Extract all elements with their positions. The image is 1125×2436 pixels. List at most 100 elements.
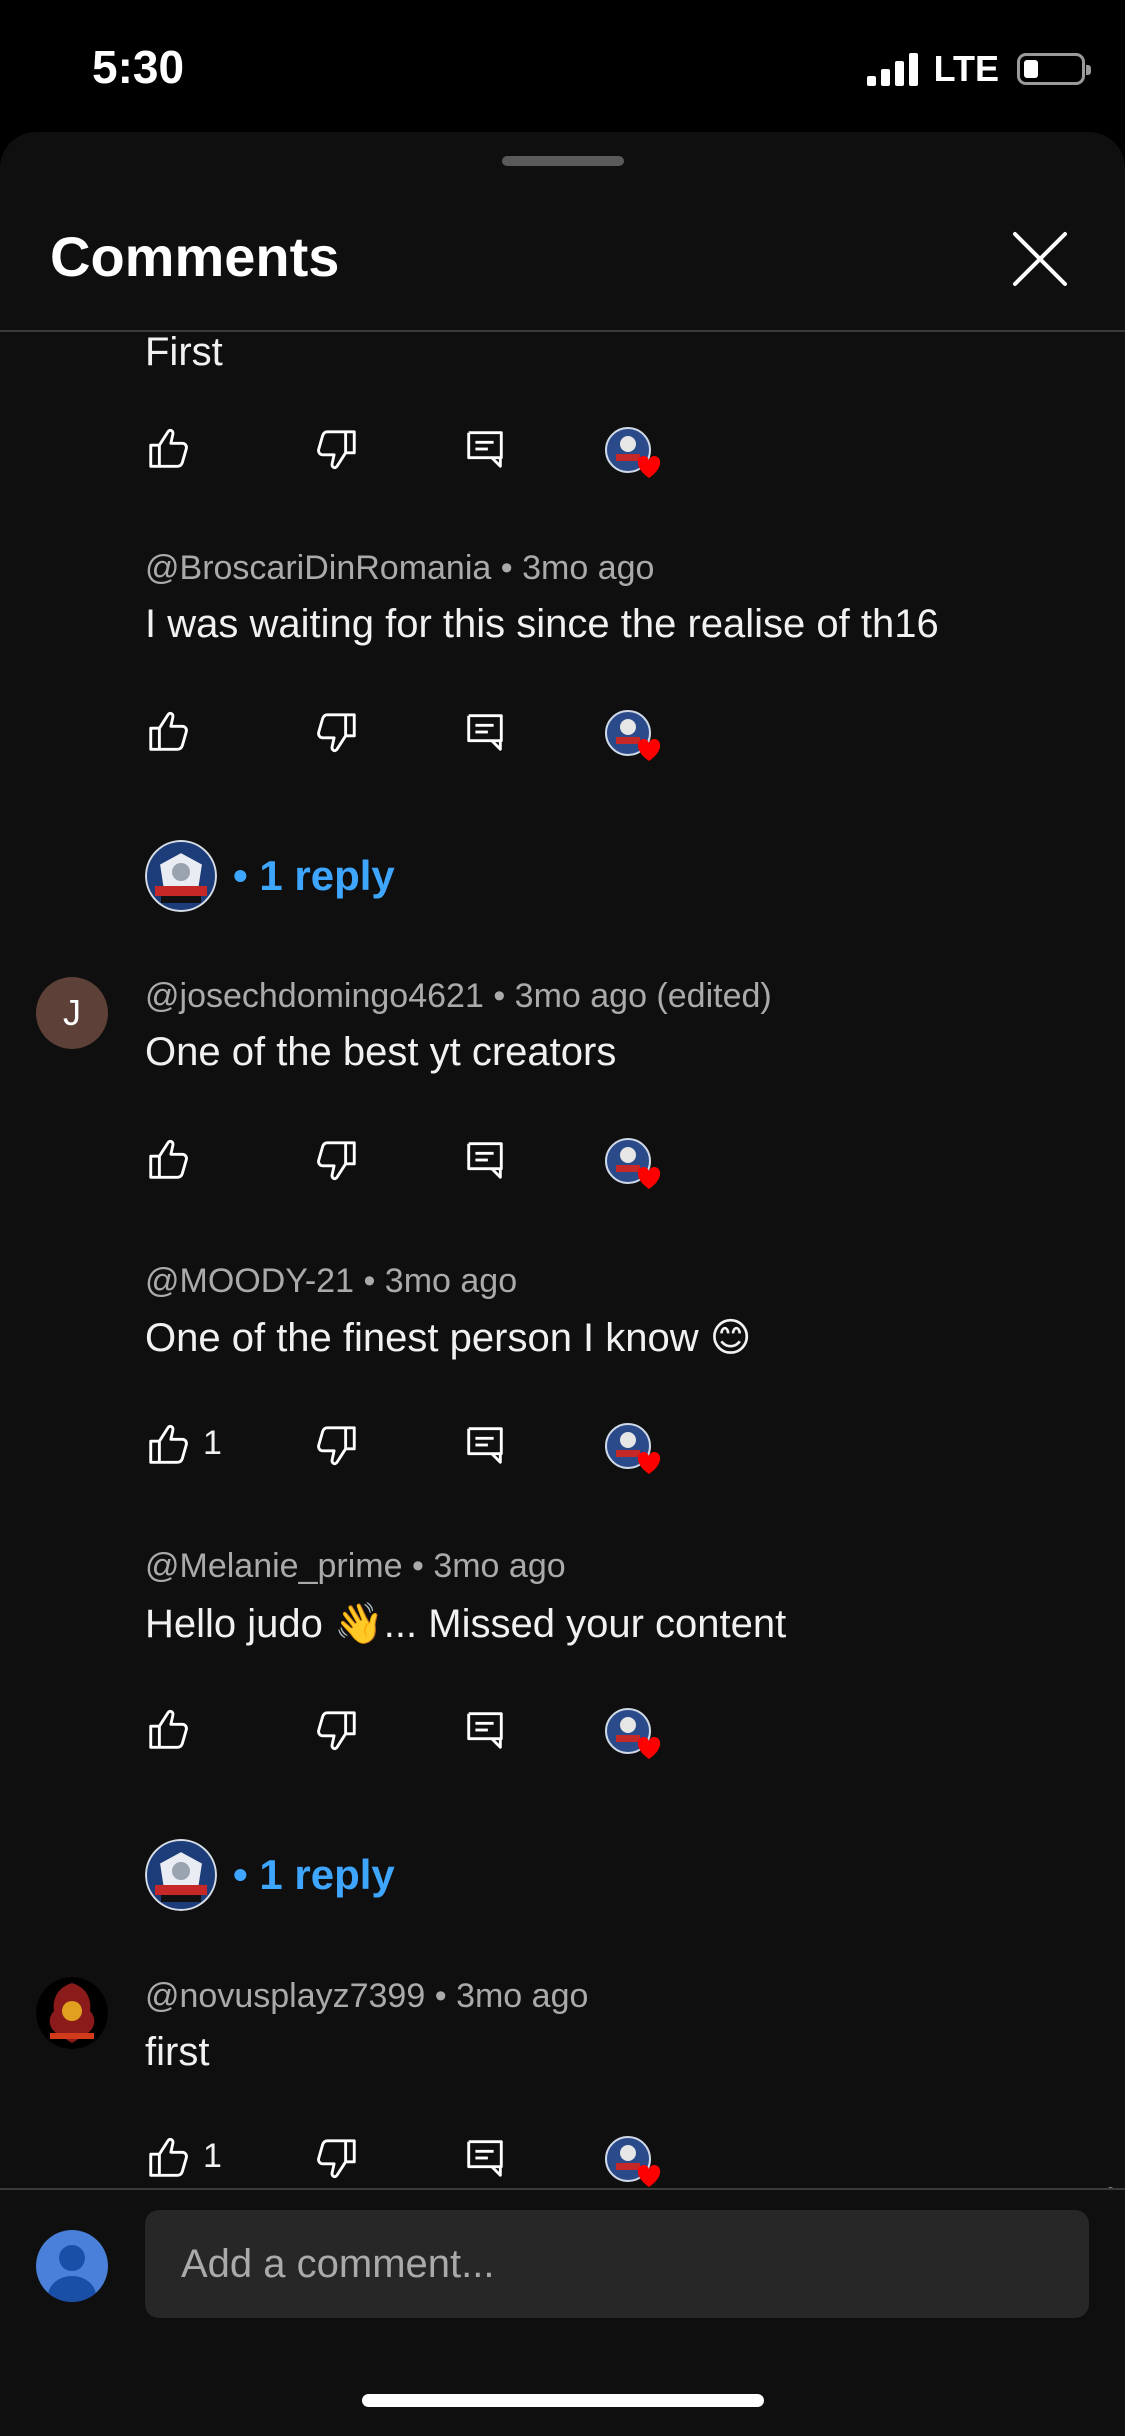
status-bar: 5:30 LTE bbox=[0, 0, 1125, 132]
like-count: 1 bbox=[203, 2137, 222, 2175]
comment-author[interactable]: @novusplayz7399 bbox=[145, 1977, 425, 2015]
thumbs-up-icon bbox=[149, 1424, 188, 1464]
network-label: LTE bbox=[933, 48, 999, 89]
comment-actions bbox=[0, 1137, 1125, 1197]
reply-count-label[interactable]: • 1 reply bbox=[233, 852, 395, 900]
like-button[interactable] bbox=[145, 1137, 191, 1183]
comment-text: first bbox=[145, 2030, 210, 2074]
comment-input[interactable]: Add a comment... bbox=[145, 2210, 1089, 2318]
user-avatar[interactable] bbox=[36, 2230, 108, 2302]
thumbs-up-icon bbox=[149, 428, 188, 468]
creator-avatar bbox=[145, 1839, 217, 1911]
meta-separator: • bbox=[411, 1547, 434, 1585]
comment-text: Hello judo 👋... Missed your content bbox=[145, 1602, 787, 1646]
thumbs-down-icon bbox=[317, 1711, 356, 1751]
creator-heart-icon bbox=[605, 2136, 661, 2187]
sheet-header: Comments bbox=[0, 132, 1125, 332]
comment-text: One of the best yt creators bbox=[145, 1030, 617, 1074]
reply-count-label[interactable]: • 1 reply bbox=[233, 1851, 395, 1899]
dislike-button[interactable] bbox=[314, 709, 360, 755]
comment-age: 3mo ago bbox=[456, 1977, 589, 2015]
comment-meta: @BroscariDinRomania • 3mo ago bbox=[145, 549, 654, 588]
view-replies-button[interactable]: • 1 reply bbox=[145, 836, 395, 916]
comment-meta: @novusplayz7399 • 3mo ago bbox=[145, 1977, 588, 2016]
comment-text: I was waiting for this since the realise… bbox=[145, 602, 939, 646]
list-item: @MOODY-21 • 3mo ago One of the finest pe… bbox=[0, 1262, 1125, 1492]
dislike-button[interactable] bbox=[314, 2135, 360, 2181]
reply-button[interactable] bbox=[462, 1422, 508, 1468]
comment-input-placeholder: Add a comment... bbox=[181, 2241, 495, 2286]
comment-author[interactable]: @josechdomingo4621 bbox=[145, 977, 484, 1015]
reply-button[interactable] bbox=[462, 1137, 508, 1183]
comment-age: 3mo ago (edited) bbox=[514, 977, 772, 1015]
status-indicators: LTE bbox=[866, 48, 1091, 90]
list-item: J @josechdomingo4621 • 3mo ago (edited) … bbox=[0, 977, 1125, 1207]
close-icon bbox=[1013, 232, 1067, 286]
creator-heart-icon bbox=[605, 710, 661, 761]
avatar[interactable] bbox=[36, 1977, 108, 2049]
reply-button[interactable] bbox=[462, 709, 508, 755]
comment-age: 3mo ago bbox=[384, 1262, 518, 1300]
signal-icon bbox=[866, 52, 918, 86]
creator-heart-icon bbox=[605, 1708, 661, 1759]
comment-list[interactable]: First @BroscariDinRomania • 3mo ago I wa… bbox=[0, 332, 1125, 2320]
battery-icon bbox=[1017, 53, 1091, 85]
comment-icon bbox=[467, 431, 503, 468]
dislike-button[interactable] bbox=[314, 1422, 360, 1468]
comment-icon bbox=[467, 1142, 503, 1179]
avatar[interactable]: J bbox=[36, 977, 108, 1049]
home-indicator[interactable] bbox=[362, 2394, 764, 2407]
creator-avatar bbox=[145, 840, 217, 912]
meta-separator: • bbox=[500, 549, 523, 587]
close-button[interactable] bbox=[1005, 224, 1075, 294]
thumbs-up-icon bbox=[149, 2137, 188, 2177]
comment-actions bbox=[0, 426, 1125, 486]
thumbs-down-icon bbox=[317, 713, 356, 753]
comment-author[interactable]: @BroscariDinRomania bbox=[145, 549, 491, 587]
comment-meta: @MOODY-21 • 3mo ago bbox=[145, 1262, 517, 1301]
dislike-button[interactable] bbox=[314, 1137, 360, 1183]
thumbs-down-icon bbox=[317, 1426, 356, 1466]
thumbs-down-icon bbox=[317, 1141, 356, 1181]
user-icon bbox=[48, 2245, 96, 2302]
comment-age: 3mo ago bbox=[522, 549, 655, 587]
reply-button[interactable] bbox=[462, 1707, 508, 1753]
like-button[interactable] bbox=[145, 1707, 191, 1753]
thumbs-down-icon bbox=[317, 430, 356, 470]
meta-separator: • bbox=[493, 977, 515, 1015]
dislike-button[interactable] bbox=[314, 1707, 360, 1753]
reply-button[interactable] bbox=[462, 426, 508, 472]
thumbs-up-icon bbox=[149, 1709, 188, 1749]
list-item: @Melanie_prime • 3mo ago Hello judo 👋...… bbox=[0, 1547, 1125, 1777]
avatar-letter: J bbox=[63, 992, 81, 1033]
comment-text: One of the finest person I know 😊 bbox=[145, 1316, 752, 1360]
comment-icon bbox=[467, 1427, 503, 1464]
thumbs-up-icon bbox=[149, 1139, 188, 1179]
comment-icon bbox=[467, 2140, 503, 2177]
comment-actions bbox=[0, 709, 1125, 769]
like-button[interactable] bbox=[145, 426, 191, 472]
thumbs-down-icon bbox=[317, 2139, 356, 2179]
comment-actions: 1 bbox=[0, 2135, 1125, 2195]
like-count: 1 bbox=[203, 1424, 222, 1462]
comment-actions bbox=[0, 1707, 1125, 1767]
like-button[interactable] bbox=[145, 709, 191, 755]
dislike-button[interactable] bbox=[314, 426, 360, 472]
comment-author[interactable]: @Melanie_prime bbox=[145, 1547, 403, 1585]
reply-button[interactable] bbox=[462, 2135, 508, 2181]
creator-heart-icon bbox=[605, 1423, 661, 1474]
comment-actions: 1 bbox=[0, 1422, 1125, 1482]
comments-sheet: Comments First @BroscariDinRomania • 3mo… bbox=[0, 132, 1125, 2436]
list-item: First bbox=[0, 332, 1125, 502]
comment-author[interactable]: @MOODY-21 bbox=[145, 1262, 354, 1300]
list-item: @BroscariDinRomania • 3mo ago I was wait… bbox=[0, 549, 1125, 769]
comment-text: First bbox=[145, 332, 223, 374]
view-replies-button[interactable]: • 1 reply bbox=[145, 1835, 395, 1915]
thumbs-up-icon bbox=[149, 711, 188, 751]
like-button[interactable] bbox=[145, 2135, 191, 2181]
comment-icon bbox=[467, 1712, 503, 1749]
meta-separator: • bbox=[363, 1262, 385, 1300]
creator-heart-icon bbox=[605, 427, 661, 478]
like-button[interactable] bbox=[145, 1422, 191, 1468]
comment-meta: @josechdomingo4621 • 3mo ago (edited) bbox=[145, 977, 772, 1016]
